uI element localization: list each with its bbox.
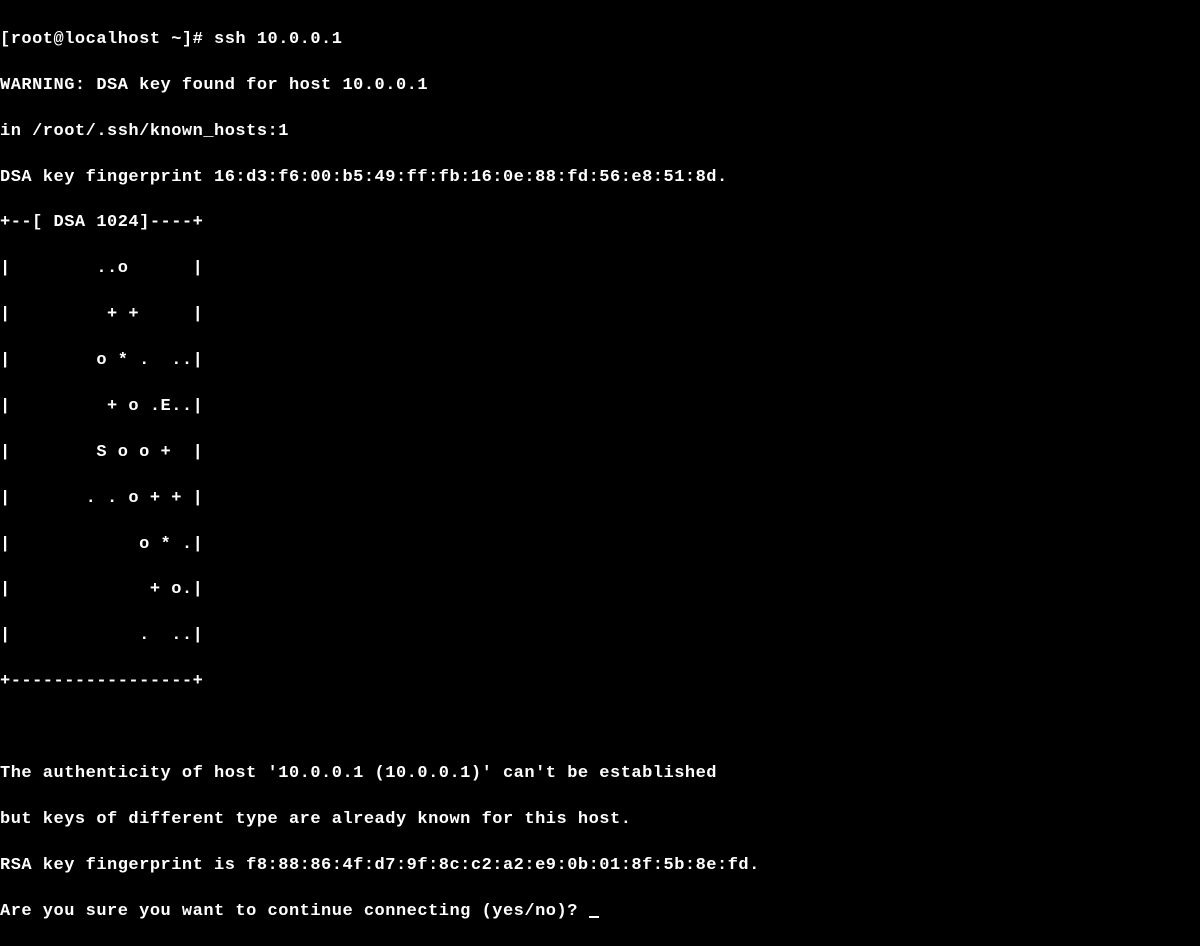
continue-prompt-text: Are you sure you want to continue connec… — [0, 902, 589, 921]
dsa-fingerprint-line: DSA key fingerprint 16:d3:f6:00:b5:49:ff… — [0, 167, 1200, 190]
continue-prompt-line[interactable]: Are you sure you want to continue connec… — [0, 901, 1200, 924]
terminal-output: [root@localhost ~]# ssh 10.0.0.1 WARNING… — [0, 6, 1200, 946]
warning-line: WARNING: DSA key found for host 10.0.0.1 — [0, 75, 1200, 98]
randomart-row: | o * .| — [0, 534, 1200, 557]
randomart-row: | + o.| — [0, 579, 1200, 602]
randomart-row: | . ..| — [0, 625, 1200, 648]
prompt-command-line: [root@localhost ~]# ssh 10.0.0.1 — [0, 29, 1200, 52]
randomart-row: | o * . ..| — [0, 350, 1200, 373]
rsa-fingerprint-line: RSA key fingerprint is f8:88:86:4f:d7:9f… — [0, 855, 1200, 878]
randomart-row: | ..o | — [0, 258, 1200, 281]
blank-line — [0, 717, 1200, 740]
known-hosts-line: in /root/.ssh/known_hosts:1 — [0, 121, 1200, 144]
randomart-top: +--[ DSA 1024]----+ — [0, 212, 1200, 235]
randomart-row: | + o .E..| — [0, 396, 1200, 419]
randomart-bottom: +-----------------+ — [0, 671, 1200, 694]
randomart-row: | + + | — [0, 304, 1200, 327]
authenticity-line: The authenticity of host '10.0.0.1 (10.0… — [0, 763, 1200, 786]
randomart-row: | . . o + + | — [0, 488, 1200, 511]
randomart-row: | S o o + | — [0, 442, 1200, 465]
keys-known-line: but keys of different type are already k… — [0, 809, 1200, 832]
cursor-icon — [589, 916, 599, 918]
